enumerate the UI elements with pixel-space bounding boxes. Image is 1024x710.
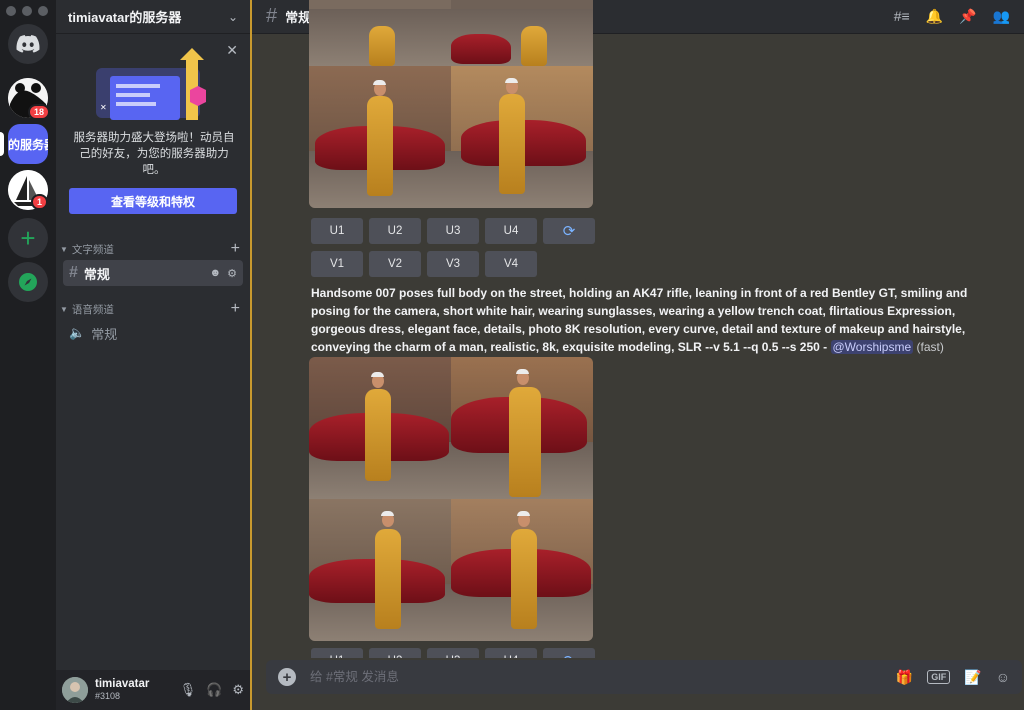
server-timiavatar[interactable]: 的服务器 xyxy=(8,124,48,164)
text-channels-category[interactable]: ▼ 文字频道 + xyxy=(56,240,250,258)
hashtag-icon: # xyxy=(69,264,78,281)
boost-description: 服务器助力盛大登场啦！动员自己的好友，为您的服务器助力吧。 xyxy=(73,132,235,176)
grid-image[interactable] xyxy=(451,357,593,499)
attach-plus-icon[interactable]: + xyxy=(278,668,296,686)
image-grid-1[interactable] xyxy=(309,0,593,208)
user-mention[interactable]: @Worshipsme xyxy=(830,340,914,354)
channel-title: 常规 xyxy=(285,10,312,25)
refresh-icon: ⟳ xyxy=(563,652,576,658)
message-input[interactable] xyxy=(310,670,830,684)
gear-icon[interactable]: ⚙ xyxy=(227,267,237,280)
channel-item-general-voice[interactable]: 🔈 常规 xyxy=(63,320,243,346)
variation-button-v4[interactable]: V4 xyxy=(485,251,537,277)
reroll-button[interactable]: ⟳ xyxy=(543,218,595,244)
chevron-down-icon: ▼ xyxy=(60,304,68,314)
emoji-icon[interactable]: ☺ xyxy=(996,669,1010,685)
upscale-button-row: U1 U2 U3 U4 ⟳ xyxy=(311,218,595,244)
variation-button-v3[interactable]: V3 xyxy=(427,251,479,277)
discord-logo-icon xyxy=(16,35,40,53)
selected-server-indicator xyxy=(0,132,4,156)
channel-label: 常规 xyxy=(83,266,110,282)
upscale-button-u1[interactable]: U1 xyxy=(311,648,363,658)
compass-icon xyxy=(19,273,37,291)
grid-image[interactable] xyxy=(451,66,593,208)
plus-icon: + xyxy=(20,223,36,253)
user-panel: timiavatar #3108 🎙 🎧 ⚙ xyxy=(56,670,250,710)
reroll-button[interactable]: ⟳ xyxy=(543,648,595,658)
category-label: 文字频道 xyxy=(71,243,114,256)
view-perks-button[interactable]: 查看等级和特权 xyxy=(69,188,237,214)
variation-button-row: V1 V2 V3 V4 xyxy=(311,251,537,277)
gif-icon[interactable]: GIF xyxy=(927,670,951,684)
channel-sidebar: timiavatar的服务器 ⌄ ✕ ✕ 服务器助力盛大登场啦！动员自己的好友，… xyxy=(56,0,250,710)
voice-channels-category[interactable]: ▼ 语音频道 + xyxy=(56,300,250,318)
hashtag-icon: # xyxy=(266,5,278,27)
channel-label: 常规 xyxy=(91,326,118,342)
add-server-button[interactable]: + xyxy=(8,218,48,258)
pin-icon[interactable]: 📌 xyxy=(959,8,976,25)
chevron-down-icon: ▼ xyxy=(60,244,68,254)
variation-button-v2[interactable]: V2 xyxy=(369,251,421,277)
upscale-button-u2[interactable]: U2 xyxy=(369,218,421,244)
category-label: 语音频道 xyxy=(71,303,114,316)
channel-item-general-text[interactable]: # 常规 ☻ ⚙ xyxy=(63,260,243,286)
close-icon[interactable]: ✕ xyxy=(226,42,238,59)
selected-server-label: 的服务器 xyxy=(8,137,48,152)
upscale-button-row-2: U1 U2 U3 U4 ⟳ xyxy=(311,648,595,658)
variation-button-v1[interactable]: V1 xyxy=(311,251,363,277)
server-b-mention-badge: 1 xyxy=(31,194,49,210)
threads-icon[interactable]: #≡ xyxy=(894,8,910,25)
refresh-icon: ⟳ xyxy=(562,223,576,240)
add-channel-icon[interactable]: + xyxy=(231,300,240,318)
upscale-button-u4[interactable]: U4 xyxy=(485,648,537,658)
grid-image[interactable] xyxy=(451,0,593,66)
minimize-window-button[interactable] xyxy=(22,6,32,16)
prompt-message: Handsome 007 poses full body on the stre… xyxy=(311,284,973,356)
close-window-button[interactable] xyxy=(6,6,16,16)
user-avatar-icon xyxy=(62,677,88,703)
members-icon[interactable]: 👥 xyxy=(993,8,1010,25)
upscale-button-u1[interactable]: U1 xyxy=(311,218,363,244)
discord-home-button[interactable] xyxy=(8,24,48,64)
grid-image[interactable] xyxy=(451,499,593,641)
explore-servers-button[interactable] xyxy=(8,262,48,302)
svg-text:✕: ✕ xyxy=(100,103,107,112)
upscale-button-u2[interactable]: U2 xyxy=(369,648,421,658)
boost-illustration-icon: ✕ xyxy=(96,48,206,120)
maximize-window-button[interactable] xyxy=(38,6,48,16)
speaker-icon: 🔈 xyxy=(69,325,86,340)
upscale-button-u3[interactable]: U3 xyxy=(427,648,479,658)
gift-icon[interactable]: 🎁 xyxy=(896,669,913,686)
chat-area: # 常规 #≡ 🔔 📌 👥 U1 U2 U3 U4 ⟳ V1 V2 V3 V4 … xyxy=(250,0,1024,710)
microphone-icon[interactable]: 🎙 xyxy=(180,682,197,698)
chevron-down-icon: ⌄ xyxy=(227,9,238,24)
server-name: timiavatar的服务器 xyxy=(68,10,182,25)
bell-icon[interactable]: 🔔 xyxy=(926,8,943,25)
grid-image[interactable] xyxy=(309,499,451,641)
headphones-icon[interactable]: 🎧 xyxy=(206,682,222,698)
server-header[interactable]: timiavatar的服务器 ⌄ xyxy=(56,0,250,34)
gear-icon[interactable]: ⚙ xyxy=(232,682,244,698)
sticker-icon[interactable]: 📝 xyxy=(964,669,981,686)
upscale-button-u3[interactable]: U3 xyxy=(427,218,479,244)
image-grid-2[interactable] xyxy=(309,357,593,641)
add-channel-icon[interactable]: + xyxy=(231,240,240,258)
message-composer: + 🎁 GIF 📝 ☺ xyxy=(266,660,1022,694)
user-tag: #3108 xyxy=(95,691,121,701)
username: timiavatar xyxy=(95,678,150,690)
invite-members-icon[interactable]: ☻ xyxy=(210,267,222,280)
avatar[interactable] xyxy=(62,677,88,703)
grid-image[interactable] xyxy=(309,0,451,66)
server-rail: 18 的服务器 1 + xyxy=(0,0,56,710)
grid-image[interactable] xyxy=(309,66,451,208)
upscale-button-u4[interactable]: U4 xyxy=(485,218,537,244)
server-a-mention-badge: 18 xyxy=(28,104,51,120)
window-controls xyxy=(6,6,48,16)
speed-label: (fast) xyxy=(916,340,944,354)
grid-image[interactable] xyxy=(309,357,451,499)
